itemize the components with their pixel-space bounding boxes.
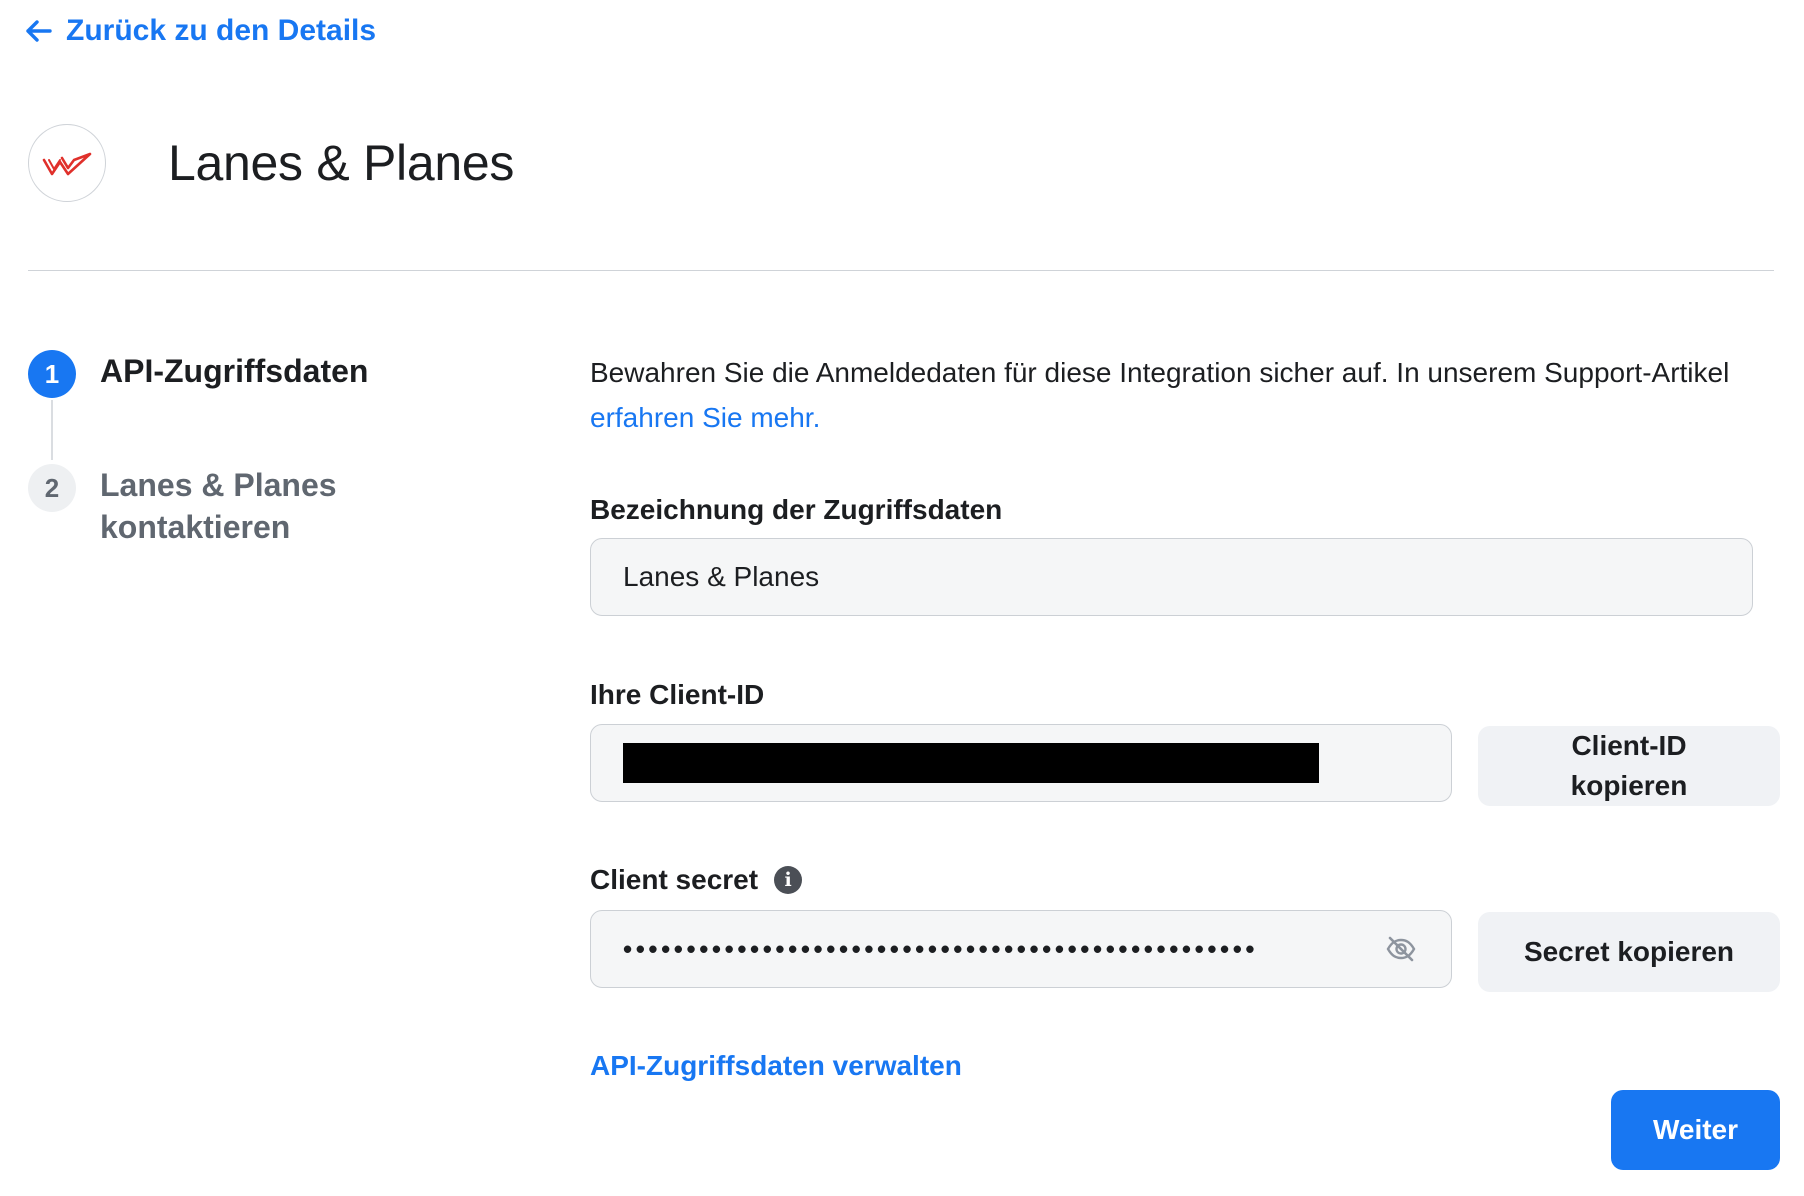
header-divider	[28, 270, 1774, 271]
client-secret-label-text: Client secret	[590, 864, 759, 895]
step-label: Lanes & Planes kontaktieren	[100, 467, 337, 545]
step-number: 2	[28, 464, 76, 512]
info-icon[interactable]: i	[774, 866, 803, 894]
back-to-details-link[interactable]: Zurück zu den Details	[26, 14, 376, 48]
step-number: 1	[28, 350, 76, 398]
client-id-redacted-value	[623, 743, 1319, 783]
credential-name-label: Bezeichnung der Zugriffsdaten	[590, 494, 1002, 526]
copy-client-id-label: Client-ID kopieren	[1570, 730, 1688, 801]
app-header: Lanes & Planes	[28, 124, 514, 202]
page-title: Lanes & Planes	[168, 135, 515, 191]
client-secret-label: Client secret i	[590, 864, 803, 896]
step-contact[interactable]: 2 Lanes & Planes kontaktieren	[28, 464, 400, 548]
plane-logo-icon	[28, 124, 106, 202]
back-link-label: Zurück zu den Details	[66, 14, 377, 47]
copy-secret-button[interactable]: Secret kopieren	[1478, 912, 1780, 992]
credential-name-field[interactable]	[590, 538, 1753, 616]
client-secret-masked-value: ••••••••••••••••••••••••••••••••••••••••…	[623, 933, 1259, 964]
step-label: API-Zugriffsdaten	[100, 353, 369, 389]
copy-client-id-button[interactable]: Client-ID kopieren	[1478, 726, 1780, 806]
intro-body: Bewahren Sie die Anmeldedaten für diese …	[590, 357, 1730, 388]
next-button[interactable]: Weiter	[1611, 1090, 1780, 1170]
intro-text: Bewahren Sie die Anmeldedaten für diese …	[590, 350, 1750, 440]
step-connector	[51, 400, 53, 460]
client-id-label: Ihre Client-ID	[590, 679, 764, 711]
client-id-field[interactable]	[590, 724, 1452, 802]
client-id-label-text: Ihre Client-ID	[590, 679, 765, 710]
manage-api-credentials-link[interactable]: API-Zugriffsdaten verwalten	[590, 1050, 962, 1082]
arrow-left-icon	[26, 20, 52, 42]
copy-secret-label: Secret kopieren	[1523, 936, 1735, 967]
credential-name-input[interactable]	[623, 561, 1752, 593]
credential-name-label-text: Bezeichnung der Zugriffsdaten	[590, 494, 1003, 525]
eye-slash-icon[interactable]	[1385, 936, 1417, 962]
next-button-label: Weiter	[1652, 1114, 1739, 1145]
step-api-credentials[interactable]: 1 API-Zugriffsdaten	[28, 350, 368, 398]
client-secret-field[interactable]: ••••••••••••••••••••••••••••••••••••••••…	[590, 910, 1452, 988]
learn-more-link[interactable]: erfahren Sie mehr.	[590, 402, 820, 433]
